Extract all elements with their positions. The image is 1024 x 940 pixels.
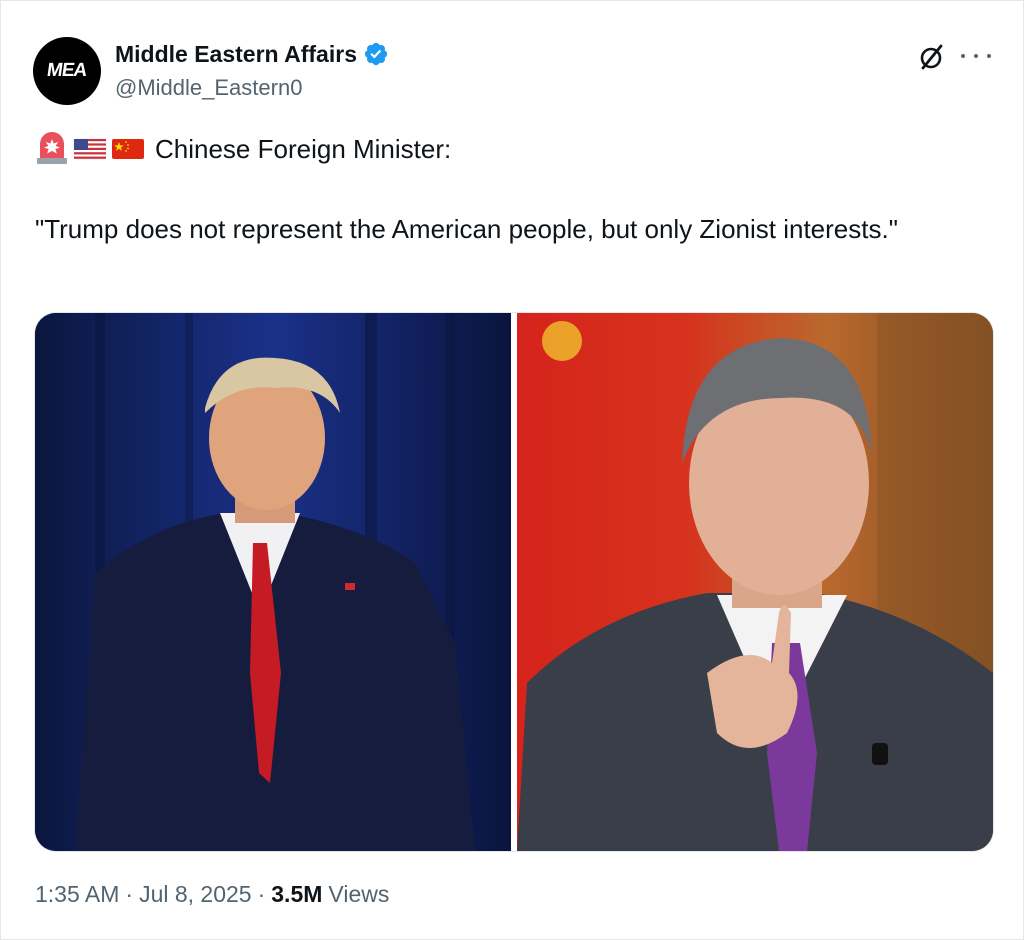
separator: · (125, 881, 134, 907)
police-car-light-icon (35, 132, 69, 166)
author-handle[interactable]: @Middle_Eastern0 (115, 75, 302, 101)
tweet-card: MEA Middle Eastern Affairs @Middle_Easte… (0, 0, 1024, 940)
separator: · (257, 881, 266, 907)
grok-icon[interactable] (916, 41, 948, 73)
tweet-media[interactable] (34, 312, 994, 852)
avatar[interactable]: MEA (33, 37, 101, 105)
avatar-logo-text: MEA (45, 60, 89, 81)
photo-wang-yi[interactable] (517, 313, 993, 851)
tweet-date[interactable]: Jul 8, 2025 (139, 881, 252, 908)
tweet-text-line1: Chinese Foreign Minister: (35, 129, 451, 169)
tweet-line1-text: Chinese Foreign Minister: (155, 133, 452, 164)
verified-badge-icon[interactable] (363, 41, 389, 67)
dot (987, 54, 991, 58)
tweet-quote-text: "Trump does not represent the American p… (35, 214, 898, 244)
views-count: 3.5M (271, 881, 323, 907)
dot (974, 54, 978, 58)
us-flag-icon (73, 132, 107, 166)
tweet-meta: 1:35 AM · Jul 8, 2025 · 3.5M Views (35, 881, 389, 908)
views-label: Views (328, 881, 390, 907)
more-options-icon[interactable] (961, 41, 991, 71)
display-name[interactable]: Middle Eastern Affairs (115, 41, 357, 68)
author-name-row: Middle Eastern Affairs (115, 39, 389, 69)
dot (961, 54, 965, 58)
tweet-time[interactable]: 1:35 AM (35, 881, 119, 908)
photo-trump[interactable] (35, 313, 511, 851)
china-flag-icon (111, 132, 145, 166)
